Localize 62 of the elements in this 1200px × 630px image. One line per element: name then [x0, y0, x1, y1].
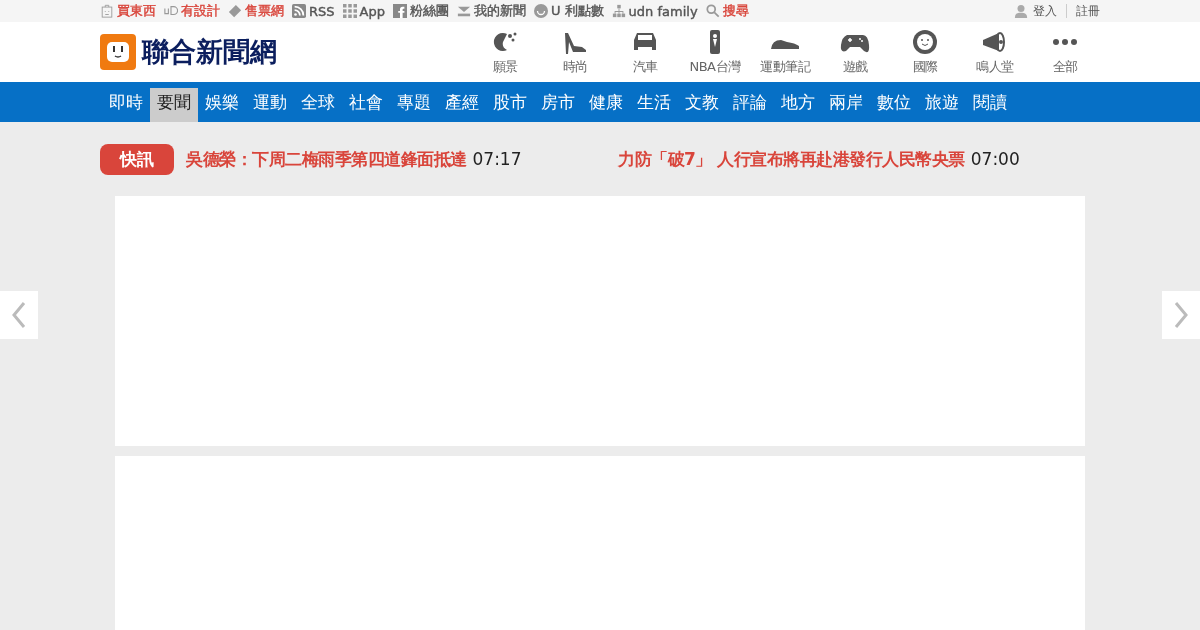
nav-tab[interactable]: 即時 [102, 88, 150, 122]
top-link[interactable]: udn family [611, 2, 698, 20]
channel-link[interactable]: 運動筆記 [750, 28, 820, 76]
ud-logo-icon [164, 4, 178, 18]
channel-link[interactable]: 國際 [890, 28, 960, 76]
channel-link[interactable]: 全部 [1030, 28, 1100, 76]
register-link[interactable]: 註冊 [1076, 2, 1100, 20]
nav-tab[interactable]: 生活 [630, 88, 678, 122]
nav-tab[interactable]: 旅遊 [918, 88, 966, 122]
top-link[interactable]: 售票網 [228, 2, 284, 20]
channel-link[interactable]: 鳴人堂 [960, 28, 1030, 76]
top-link[interactable]: 粉絲團 [392, 2, 449, 20]
nav-tab[interactable]: 運動 [246, 88, 294, 122]
rss-icon [292, 4, 306, 18]
previous-arrow-button[interactable] [0, 291, 38, 339]
nav-tab[interactable]: 地方 [774, 88, 822, 122]
channel-link[interactable]: 汽車 [610, 28, 680, 76]
headline-link[interactable]: 吳德榮：下周二梅雨季第四道鋒面抵達 [186, 147, 467, 171]
logo-icon[interactable] [100, 34, 136, 70]
nav-tab[interactable]: 文教 [678, 88, 726, 122]
face-circle-icon [910, 28, 940, 55]
search-icon [705, 4, 720, 18]
top-link[interactable]: 我的新聞 [456, 2, 526, 20]
channel-link[interactable]: 願景 [470, 28, 540, 76]
grid-icon [342, 4, 357, 18]
facebook-icon [392, 4, 407, 18]
top-link[interactable]: App [342, 2, 385, 20]
user-icon [1014, 4, 1028, 18]
nav-tab[interactable]: 娛樂 [198, 88, 246, 122]
site-title[interactable]: 聯合新聞網 [142, 34, 277, 70]
nav-tab[interactable]: 全球 [294, 88, 342, 122]
timestamp: 07:00 [970, 148, 1020, 169]
nav-tab[interactable]: 產經 [438, 88, 486, 122]
more-icon [1050, 38, 1080, 45]
login-link[interactable]: 登入 [1033, 2, 1057, 20]
nav-tab[interactable]: 專題 [390, 88, 438, 122]
channel-link[interactable]: 遊戲 [820, 28, 890, 76]
nav-tab[interactable]: 房市 [534, 88, 582, 122]
nav-tab[interactable]: 社會 [342, 88, 390, 122]
nav-tab[interactable]: 健康 [582, 88, 630, 122]
nav-tab[interactable]: 股市 [486, 88, 534, 122]
sitemap-icon [611, 4, 626, 18]
nav-tab[interactable]: 兩岸 [822, 88, 870, 122]
top-link[interactable]: 搜尋 [705, 2, 749, 20]
sneaker-icon [770, 39, 800, 49]
channel-link[interactable]: 時尚 [540, 28, 610, 76]
headline-link[interactable]: 力防「破7」 人行宣布將再赴港發行人民幣央票 [618, 147, 965, 171]
bag-icon [100, 4, 114, 18]
breaking-news-badge: 快訊 [100, 143, 174, 175]
next-arrow-button[interactable] [1162, 291, 1200, 339]
tray-icon [456, 4, 471, 18]
timestamp: 07:17 [472, 148, 522, 169]
channel-link[interactable]: NBA台灣 [680, 28, 750, 76]
nav-tab[interactable]: 評論 [726, 88, 774, 122]
top-link[interactable]: RSS [292, 2, 335, 20]
top-link[interactable]: U 利點數 [533, 2, 604, 20]
top-link[interactable]: 有設計 [164, 2, 220, 20]
nav-tab[interactable]: 要聞 [150, 88, 198, 122]
nav-tab[interactable]: 數位 [870, 88, 918, 122]
top-link[interactable]: 買東西 [100, 2, 156, 20]
nav-tab[interactable]: 閱讀 [966, 88, 1014, 122]
smile-coin-icon [533, 4, 548, 18]
